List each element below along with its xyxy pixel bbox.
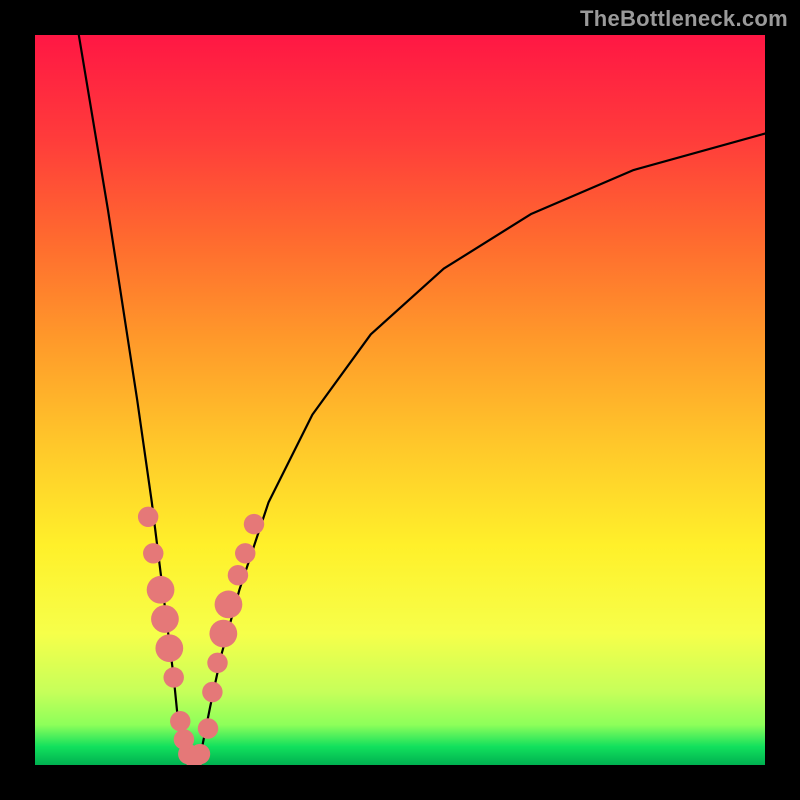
plot-area [35,35,765,765]
data-marker [151,605,179,633]
data-marker [170,711,190,731]
data-marker [244,514,264,534]
data-marker [198,718,218,738]
data-marker [143,543,163,563]
data-marker [138,507,158,527]
data-marker [155,634,183,662]
data-marker [207,653,227,673]
data-marker [202,682,222,702]
watermark-label: TheBottleneck.com [580,6,788,32]
data-marker [235,543,255,563]
data-marker [163,667,183,687]
chart-stage: TheBottleneck.com [0,0,800,800]
data-marker [215,591,243,619]
curve-layer [35,35,765,765]
data-marker [147,576,175,604]
data-marker [190,744,210,764]
series-right-arm [199,134,765,762]
data-marker [209,620,237,648]
data-marker [228,565,248,585]
